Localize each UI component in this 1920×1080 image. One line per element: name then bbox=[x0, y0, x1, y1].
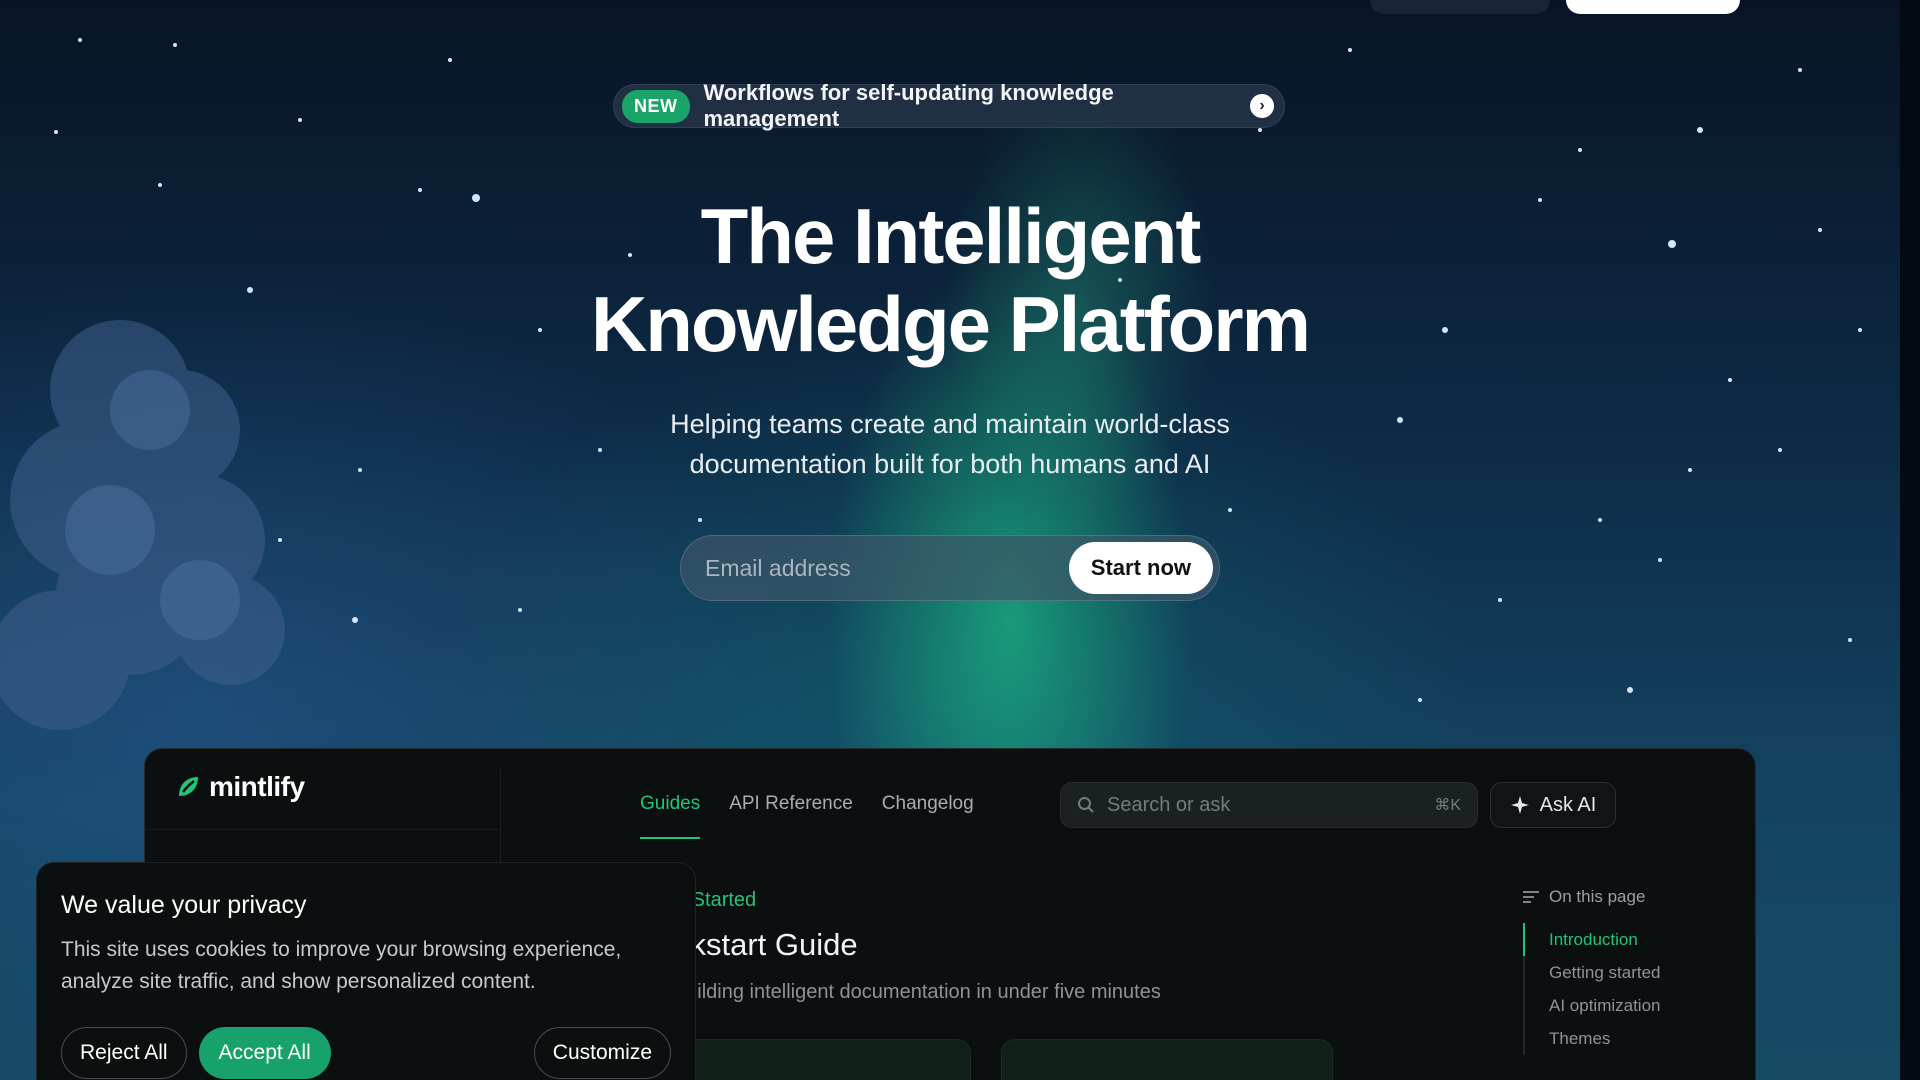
toc-item-themes[interactable]: Themes bbox=[1549, 1022, 1661, 1055]
toc-title: On this page bbox=[1549, 887, 1646, 906]
cookie-body: This site uses cookies to improve your b… bbox=[61, 938, 622, 993]
window-edge bbox=[1900, 0, 1920, 1080]
accept-all-button[interactable]: Accept All bbox=[198, 1027, 331, 1079]
email-signup-form: Start now bbox=[680, 535, 1220, 601]
toc-item-ai-optimization[interactable]: AI optimization bbox=[1549, 989, 1661, 1022]
announcement-text: Workflows for self-updating knowledge ma… bbox=[703, 80, 1114, 131]
cookie-actions: Reject All Accept All Customize bbox=[61, 1027, 671, 1079]
ask-ai-label: Ask AI bbox=[1539, 793, 1597, 816]
search-icon bbox=[1078, 797, 1094, 813]
sidebar-header-divider bbox=[145, 829, 500, 830]
page-description: building intelligent documentation in un… bbox=[675, 981, 1161, 1003]
hero-subtitle: Helping teams create and maintain world-… bbox=[560, 404, 1340, 484]
new-badge: NEW bbox=[622, 89, 690, 123]
search-shortcut: ⌘K bbox=[1434, 797, 1461, 814]
docs-search-input[interactable]: Search or ask ⌘K bbox=[1060, 782, 1478, 828]
announcement-banner[interactable]: NEW Workflows for self-updating knowledg… bbox=[613, 80, 1285, 131]
email-input[interactable] bbox=[705, 554, 1069, 582]
search-placeholder: Search or ask bbox=[1107, 793, 1231, 816]
hero-title-line-2: Knowledge Platform bbox=[590, 280, 1311, 368]
content-card[interactable] bbox=[1001, 1039, 1333, 1080]
content-card[interactable] bbox=[675, 1039, 971, 1080]
chevron-right-icon: › bbox=[1250, 94, 1274, 118]
cookie-title: We value your privacy bbox=[61, 891, 307, 919]
logo-text: mintlify bbox=[209, 771, 305, 802]
tab-guides[interactable]: Guides bbox=[640, 793, 701, 839]
mintlify-logo[interactable]: mintlify bbox=[175, 771, 305, 803]
mintlify-leaf-icon bbox=[179, 777, 198, 796]
nav-login-button[interactable] bbox=[1370, 0, 1550, 14]
page-title: ckstart Guide bbox=[675, 927, 858, 962]
cookie-consent-banner: We value your privacy This site uses coo… bbox=[36, 862, 696, 1080]
docs-tabs: Guides API Reference Changelog bbox=[640, 793, 974, 839]
hero-title-line-1: The Intelligent bbox=[700, 192, 1202, 280]
toc-item-getting-started[interactable]: Getting started bbox=[1549, 956, 1661, 989]
hero-subtitle-line-2: documentation built for both humans and … bbox=[689, 449, 1211, 479]
hero-title: The Intelligent Knowledge Platform bbox=[560, 192, 1340, 368]
customize-button[interactable]: Customize bbox=[533, 1027, 671, 1079]
hero-subtitle-line-1: Helping teams create and maintain world-… bbox=[670, 409, 1230, 439]
list-icon bbox=[1523, 891, 1539, 903]
start-now-button[interactable]: Start now bbox=[1068, 542, 1213, 594]
toc-list: Introduction Getting started AI optimiza… bbox=[1523, 923, 1661, 1055]
toc-active-marker bbox=[1523, 923, 1525, 956]
nav-signup-button[interactable] bbox=[1566, 0, 1740, 14]
toc-header: On this page bbox=[1523, 887, 1661, 907]
sparkle-icon bbox=[1510, 796, 1529, 814]
toc-item-introduction[interactable]: Introduction bbox=[1549, 923, 1661, 956]
tab-api-reference[interactable]: API Reference bbox=[729, 793, 853, 839]
ask-ai-button[interactable]: Ask AI bbox=[1490, 782, 1616, 828]
tab-changelog[interactable]: Changelog bbox=[882, 793, 974, 839]
reject-all-button[interactable]: Reject All bbox=[61, 1027, 187, 1079]
table-of-contents: On this page Introduction Getting starte… bbox=[1523, 887, 1661, 1055]
